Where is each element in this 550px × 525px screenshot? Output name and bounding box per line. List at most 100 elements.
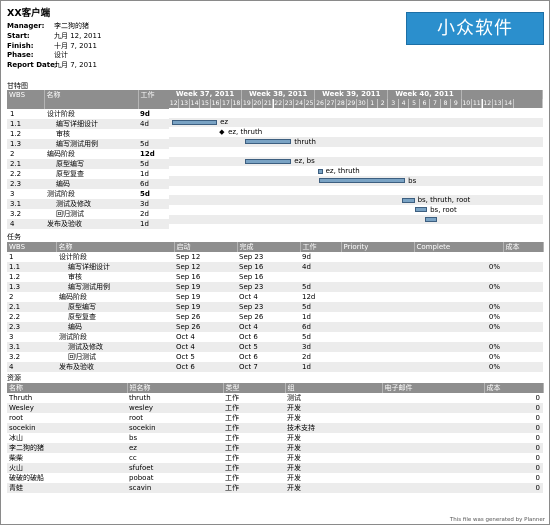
gantt-row-bg (169, 205, 543, 215)
resource-cell: 0 (484, 403, 543, 413)
resource-cell: 0 (484, 443, 543, 453)
task-cell: 4 (7, 362, 56, 372)
task-header[interactable]: 完成 (237, 242, 301, 252)
task-cell: Oct 7 (237, 362, 300, 372)
gantt-header-work: 工作 (138, 90, 170, 100)
gantt-name: 回归测试 (56, 210, 84, 218)
task-cell (503, 302, 543, 312)
gantt-bar[interactable] (425, 217, 437, 222)
gantt-row-bg (169, 127, 543, 138)
gantt-task-table: WBS 名称 工作 1 设计阶段 9d 1.1 编写详细设计 4d 1.2 审核 1.3 编写测试… (7, 90, 170, 229)
task-cell: 原型复查 (68, 313, 96, 321)
project-meta: Manager: 李二狗的猪 Start: 九月 12, 2011 Finish: 十月 … (7, 22, 101, 71)
gantt-day-header: 23 (283, 99, 295, 108)
resource-cell: 工作 (223, 443, 285, 453)
gantt-row: 1.1 编写详细设计 4d (7, 119, 169, 129)
resource-cell: thruth (129, 394, 151, 402)
resource-row: 破破的破船 poboat 工作 开发 0 (7, 473, 543, 483)
gantt-bar-label: bs (408, 176, 417, 185)
meta-row: Report Date:九月 7, 2011 (7, 61, 101, 71)
gantt-week-header: Week 38, 2011 (242, 90, 316, 99)
task-cell (414, 252, 503, 262)
gantt-day-header: 4 (398, 99, 410, 108)
resources-section-label: 资源 (7, 374, 21, 382)
task-cell: Sep 26 (239, 313, 264, 321)
footer-note: This file was generated by Planner (449, 517, 545, 523)
task-cell: 原型编写 (56, 302, 174, 312)
gantt-week-header: Week 37, 2011 (169, 90, 243, 99)
task-cell: Oct 5 (176, 353, 195, 361)
resource-row: Wesley wesley 工作 开发 0 (7, 403, 543, 413)
resource-row: 李二狗的猪 ez 工作 开发 0 (7, 443, 543, 453)
resource-header[interactable]: 名称 (7, 383, 128, 393)
task-cell (503, 342, 543, 352)
gantt-bar-label: thruth (294, 137, 316, 146)
task-cell: Oct 6 (174, 362, 237, 372)
gantt-day-header: 25 (304, 99, 316, 108)
resource-cell: 李二狗的猪 (7, 443, 127, 453)
gantt-bar[interactable] (245, 139, 292, 145)
task-cell: 3.2 (9, 353, 21, 361)
gantt-row-bg (169, 156, 543, 167)
gantt-bar[interactable] (402, 197, 415, 203)
gantt-row-bg (169, 137, 543, 147)
gantt-name: 审核 (56, 130, 70, 138)
gantt-bar[interactable] (172, 120, 218, 125)
task-cell: 0% (414, 342, 503, 352)
meta-value: 十月 7, 2011 (54, 41, 97, 50)
resource-cell (382, 453, 484, 463)
task-header[interactable]: WBS (7, 242, 57, 252)
task-cell: 1.2 (9, 273, 21, 281)
task-cell: Oct 6 (239, 333, 258, 341)
resource-cell: root (9, 414, 24, 422)
gantt-work: 2d (140, 210, 149, 218)
resource-cell: socekin (7, 423, 127, 433)
gantt-wbs: 2.2 (10, 170, 22, 178)
task-header[interactable]: 工作 (300, 242, 342, 252)
gantt-day-header: 26 (315, 99, 326, 108)
task-cell: 发布及验收 (56, 362, 174, 372)
resource-cell: scavin (127, 483, 223, 493)
meta-value: 设计 (54, 51, 68, 60)
resource-cell: ez (127, 443, 223, 453)
resource-header[interactable]: 短名称 (127, 383, 224, 393)
gantt-header-name: 名称 (44, 90, 139, 100)
gantt-bar[interactable] (319, 178, 406, 184)
gantt-name: 测试及修改 (44, 199, 138, 209)
task-header[interactable]: 成本 (503, 242, 544, 252)
gantt-row: 2 编码阶段 12d (7, 149, 169, 159)
task-header[interactable]: Complete (414, 242, 504, 252)
resource-cell: 0 (535, 394, 540, 402)
gantt-day-header: 21 (263, 99, 274, 108)
resource-header[interactable]: 成本 (484, 383, 544, 393)
resource-cell: 开发 (287, 454, 301, 462)
task-cell: 0% (414, 362, 503, 372)
resource-cell: 工作 (225, 394, 239, 402)
task-cell: 0% (488, 353, 500, 361)
gantt-row: 3.2 回归测试 2d (7, 209, 169, 219)
gantt-bar[interactable] (245, 158, 292, 164)
resource-header[interactable]: 类型 (223, 383, 286, 393)
gantt-row-bg (169, 214, 543, 225)
gantt-day-header: 16 (210, 99, 222, 108)
task-cell (300, 272, 341, 282)
gantt-day-header: 11 (472, 99, 483, 108)
gantt-work: 12d (140, 150, 155, 158)
resource-header[interactable]: 组 (285, 383, 383, 393)
task-header[interactable]: 启动 (174, 242, 238, 252)
task-header[interactable]: Priority (341, 242, 415, 252)
task-header[interactable]: 名称 (56, 242, 175, 252)
resource-row: Thruth thruth 工作 测试 0 (7, 393, 543, 403)
task-cell: Sep 26 (176, 313, 201, 321)
task-cell (341, 342, 414, 352)
resource-row: root root 工作 开发 0 (7, 413, 543, 423)
gantt-day-header: 9 (451, 99, 462, 108)
gantt-wbs: 2.3 (7, 179, 44, 189)
task-row: 2.1 原型编写 Sep 19 Sep 23 5d 0% (7, 302, 543, 312)
task-cell: Oct 4 (176, 333, 195, 341)
gantt-bar[interactable] (318, 168, 323, 174)
gantt-day-header: 18 (231, 99, 243, 108)
task-row: 2 编码阶段 Sep 19 Oct 4 12d (7, 292, 543, 302)
resource-header[interactable]: 电子邮件 (382, 383, 485, 393)
gantt-bar[interactable] (414, 207, 428, 213)
